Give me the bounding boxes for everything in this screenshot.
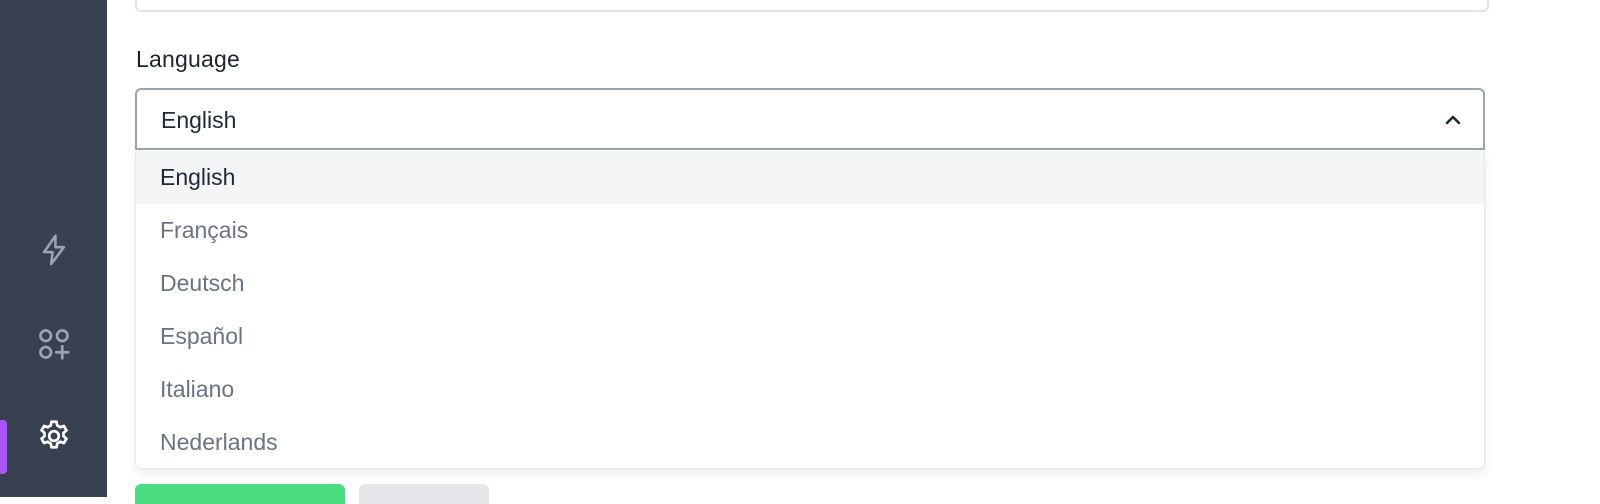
language-option[interactable]: Italiano [136,363,1484,416]
sidebar-item-automations[interactable] [0,222,107,282]
language-option[interactable]: Nederlands [136,416,1484,468]
language-select[interactable]: English [135,88,1485,150]
lightning-icon [37,233,71,272]
language-select-value: English [161,107,237,133]
save-button[interactable] [135,484,345,504]
sidebar-item-apps[interactable] [0,316,107,376]
sidebar-item-settings[interactable] [0,408,107,468]
language-option[interactable]: English [136,151,1484,204]
previous-input-field[interactable] [135,0,1489,12]
sidebar [0,0,107,497]
settings-panel: Language English English Français Deutsc… [107,0,1600,504]
language-option[interactable]: Français [136,204,1484,257]
gear-icon [36,418,72,459]
chevron-up-icon [1443,110,1463,130]
language-option[interactable]: Deutsch [136,257,1484,310]
language-dropdown-menu: English Français Deutsch Español Italian… [135,151,1485,469]
language-label: Language [136,46,240,72]
apps-add-icon [36,326,72,367]
cancel-button[interactable] [359,484,489,504]
language-option[interactable]: Español [136,310,1484,363]
